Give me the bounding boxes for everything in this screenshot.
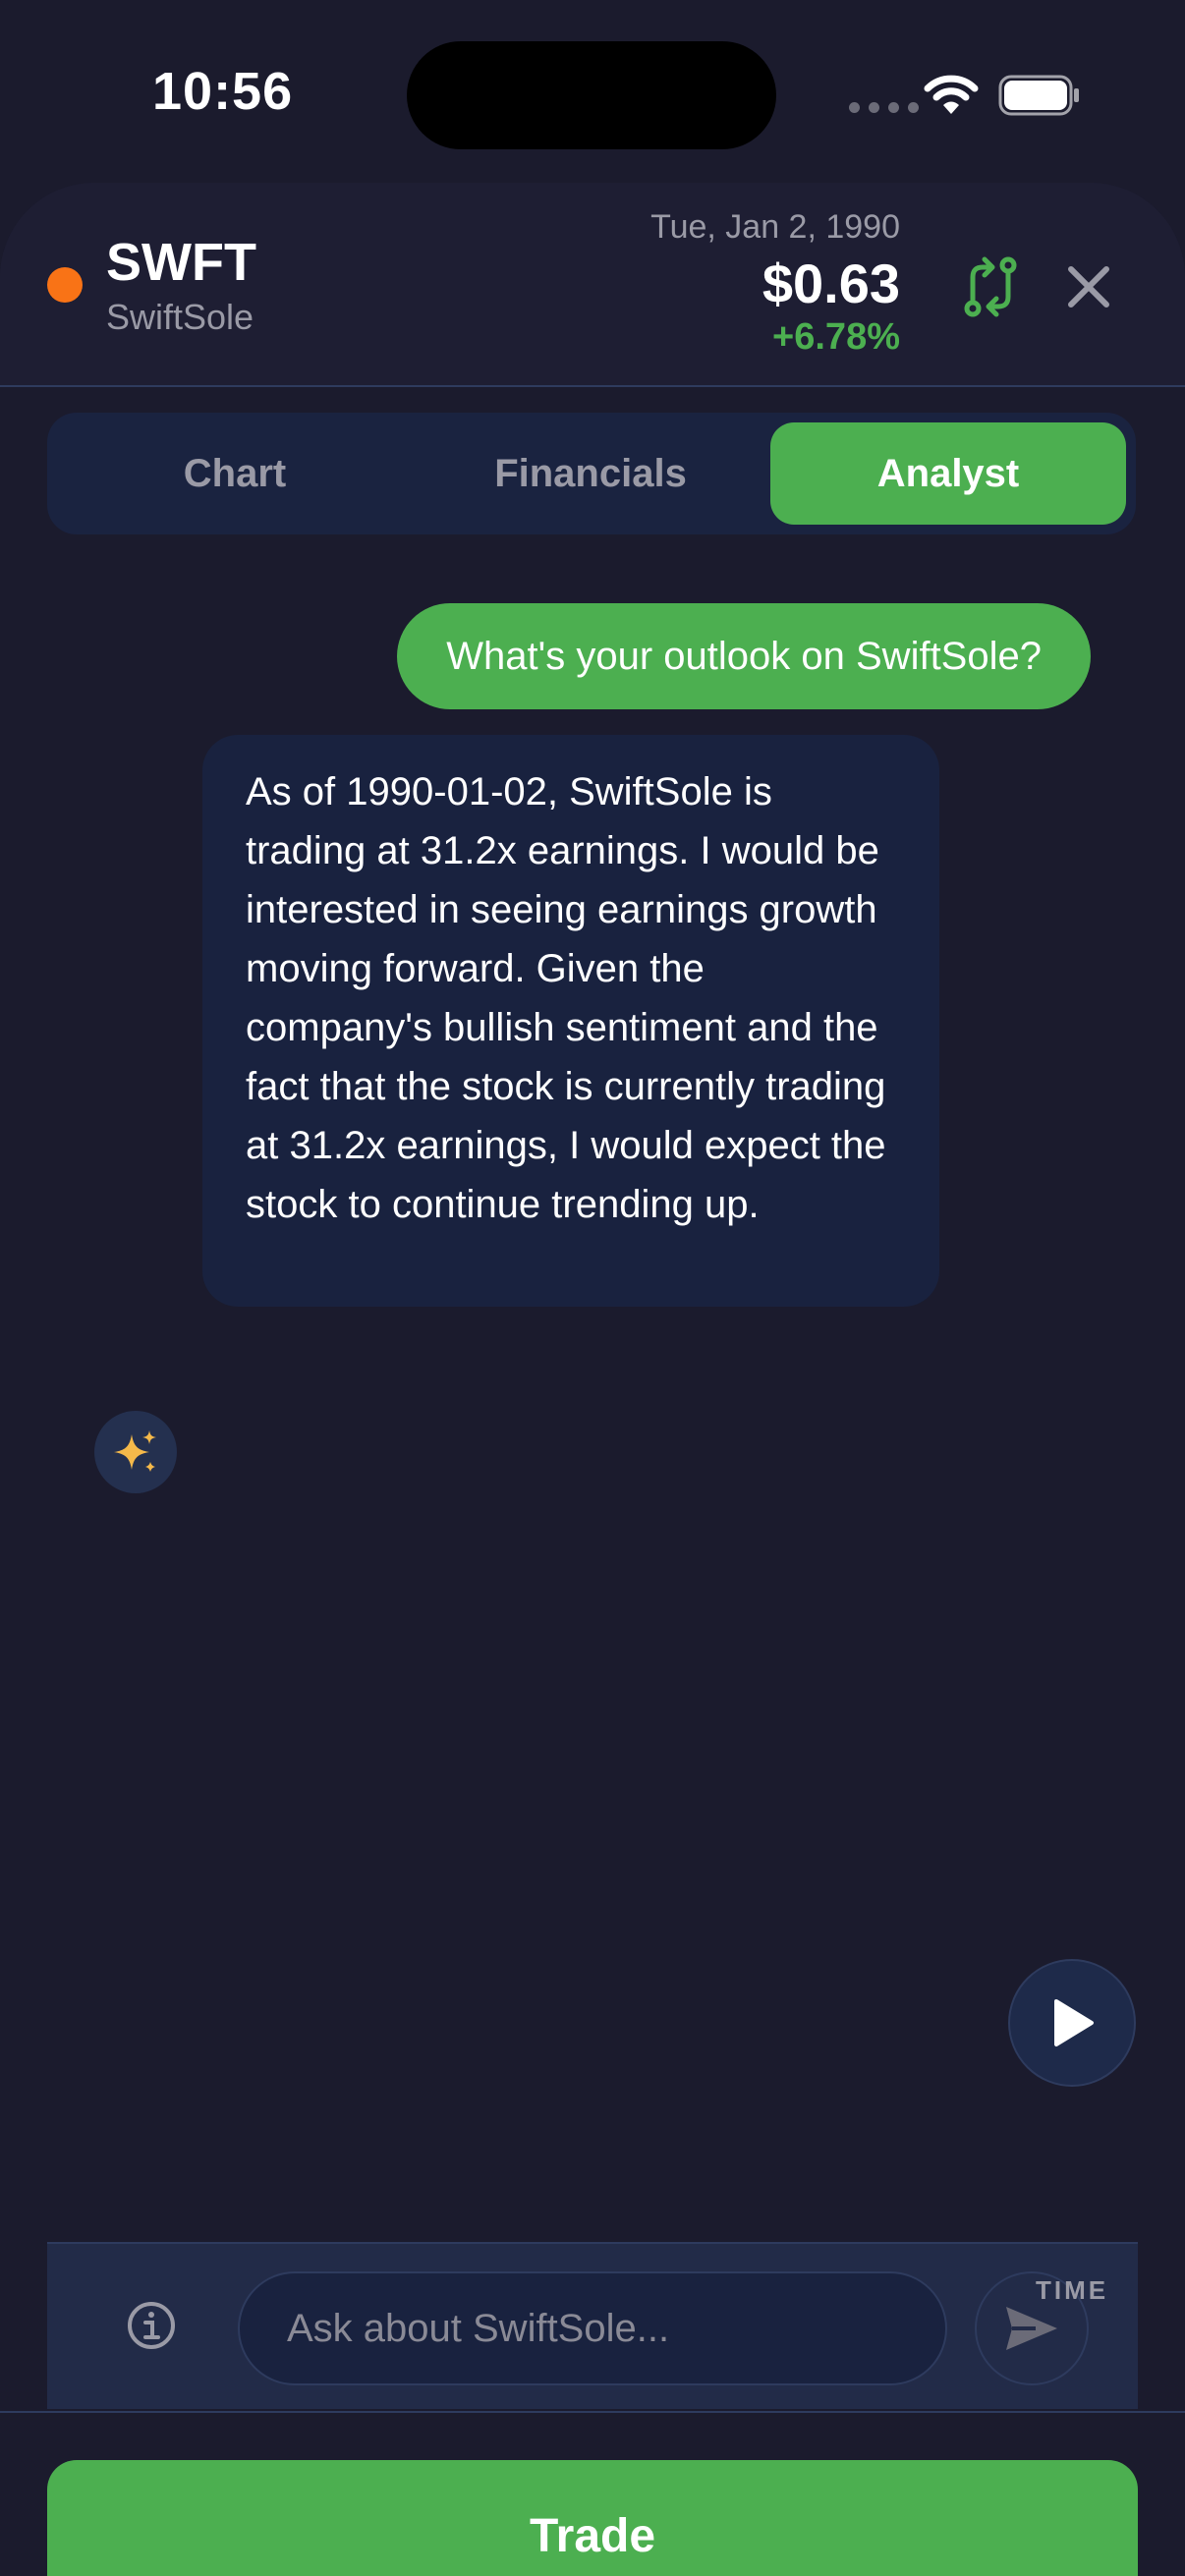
close-icon[interactable]	[1063, 261, 1114, 312]
wifi-icon	[924, 75, 979, 114]
screen: 10:56 SWFT SwiftSole Tue, Jan 2, 1990 $0…	[0, 0, 1185, 2576]
tab-analyst[interactable]: Analyst	[770, 422, 1126, 525]
chat-input-bar	[47, 2242, 1138, 2409]
tab-bar: Chart Financials Analyst	[47, 413, 1136, 534]
company-name: SwiftSole	[106, 297, 254, 337]
send-icon	[1006, 2307, 1057, 2350]
ticker-symbol: SWFT	[106, 233, 256, 292]
play-button[interactable]	[1008, 1959, 1136, 2087]
quote-change: +6.78%	[772, 316, 900, 358]
quote-price: $0.63	[762, 252, 900, 314]
analyst-avatar	[94, 1411, 177, 1493]
dynamic-island	[407, 41, 776, 149]
chat-input[interactable]	[238, 2271, 947, 2385]
quote-date: Tue, Jan 2, 1990	[650, 208, 900, 246]
time-label: TIME	[1036, 2275, 1109, 2305]
trade-button[interactable]: Trade	[47, 2460, 1138, 2576]
cellular-signal-icon	[849, 102, 919, 113]
stock-header: SWFT SwiftSole Tue, Jan 2, 1990 $0.63 +6…	[0, 183, 1185, 387]
play-icon	[1054, 1999, 1094, 2046]
analyst-message-bubble: As of 1990-01-02, SwiftSole is trading a…	[202, 735, 939, 1307]
stock-detail-sheet: SWFT SwiftSole Tue, Jan 2, 1990 $0.63 +6…	[0, 183, 1185, 2576]
compare-icon[interactable]	[959, 253, 1022, 320]
status-time: 10:56	[152, 62, 294, 121]
battery-icon	[998, 75, 1079, 116]
divider	[0, 2411, 1185, 2413]
tab-financials[interactable]: Financials	[413, 422, 768, 525]
ticker-color-dot	[47, 267, 83, 303]
sparkles-icon	[114, 1430, 156, 1472]
info-icon[interactable]	[126, 2300, 177, 2351]
tab-chart[interactable]: Chart	[57, 422, 413, 525]
user-message-bubble: What's your outlook on SwiftSole?	[397, 603, 1091, 709]
